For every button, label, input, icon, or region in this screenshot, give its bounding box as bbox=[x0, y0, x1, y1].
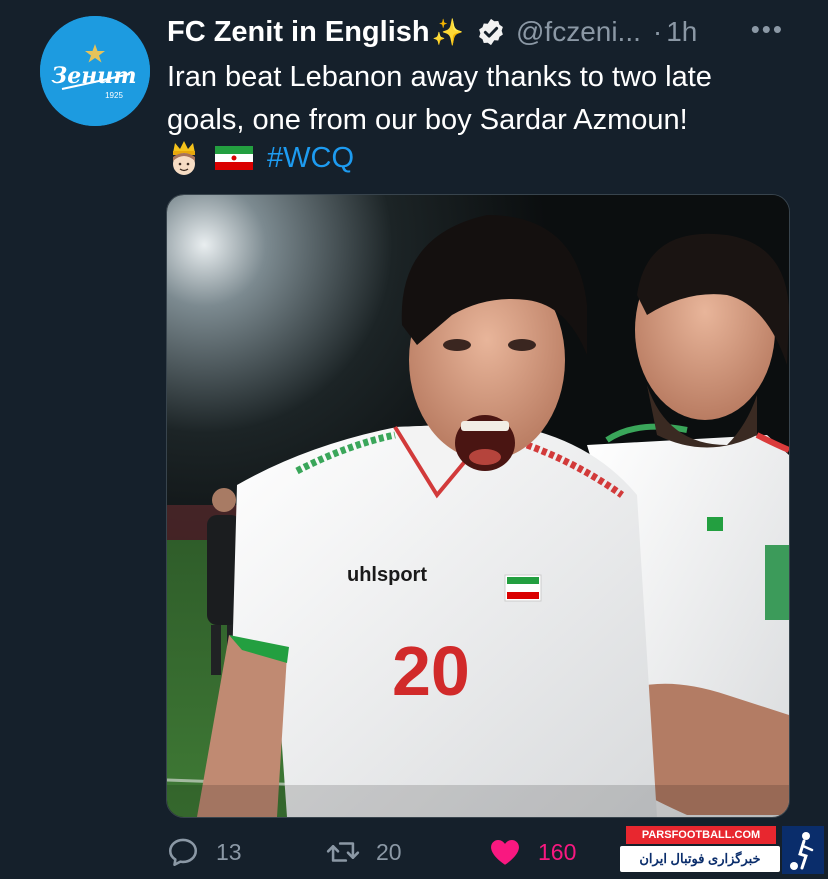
watermark-site: PARSFOOTBALL.COM bbox=[626, 826, 776, 844]
prince-emoji-icon bbox=[173, 141, 195, 175]
tweet-text: Iran beat Lebanon away thanks to two lat… bbox=[167, 61, 712, 136]
jersey-number: 20 bbox=[392, 632, 470, 710]
verified-badge-icon bbox=[479, 18, 503, 46]
profile-avatar[interactable]: Зенит 1925 bbox=[40, 16, 150, 126]
tweet-photo[interactable]: 20 uhlsport bbox=[166, 194, 790, 818]
user-handle[interactable]: @fczeni... bbox=[516, 16, 641, 48]
retweet-button[interactable]: 20 bbox=[326, 830, 402, 874]
sparkles-icon: ✨ bbox=[431, 16, 464, 47]
jersey-brand: uhlsport bbox=[347, 564, 427, 586]
hashtag-link[interactable]: #WCQ bbox=[267, 142, 354, 175]
reply-count: 13 bbox=[216, 838, 242, 865]
more-options-icon[interactable]: ••• bbox=[751, 14, 784, 45]
retweet-count: 20 bbox=[376, 838, 402, 865]
tweet-header: FC Zenit in English ✨ @fczeni... · 1h bbox=[167, 10, 807, 54]
reply-button[interactable]: 13 bbox=[166, 830, 242, 874]
iran-flag-emoji-icon bbox=[215, 146, 253, 170]
zenit-logo-icon: Зенит 1925 bbox=[40, 16, 150, 126]
like-count: 160 bbox=[538, 838, 577, 865]
celebration-photo: 20 uhlsport bbox=[167, 195, 789, 817]
heart-filled-icon bbox=[491, 839, 519, 865]
reply-icon bbox=[168, 838, 198, 867]
tweet[interactable]: Зенит 1925 FC Zenit in English ✨ @fczeni… bbox=[0, 0, 828, 879]
parsfootball-watermark: PARSFOOTBALL.COM خبرگزاری فوتبال ایران bbox=[620, 826, 826, 874]
watermark-logo-icon bbox=[782, 826, 824, 874]
watermark-tagline: خبرگزاری فوتبال ایران bbox=[620, 846, 780, 872]
logo-year: 1925 bbox=[105, 91, 123, 100]
timestamp[interactable]: 1h bbox=[666, 16, 697, 48]
retweet-icon bbox=[326, 842, 360, 862]
separator-dot: · bbox=[652, 16, 663, 47]
emoji-line: #WCQ bbox=[167, 138, 354, 178]
like-button[interactable]: 160 bbox=[488, 830, 576, 874]
display-name[interactable]: FC Zenit in English bbox=[167, 16, 430, 49]
